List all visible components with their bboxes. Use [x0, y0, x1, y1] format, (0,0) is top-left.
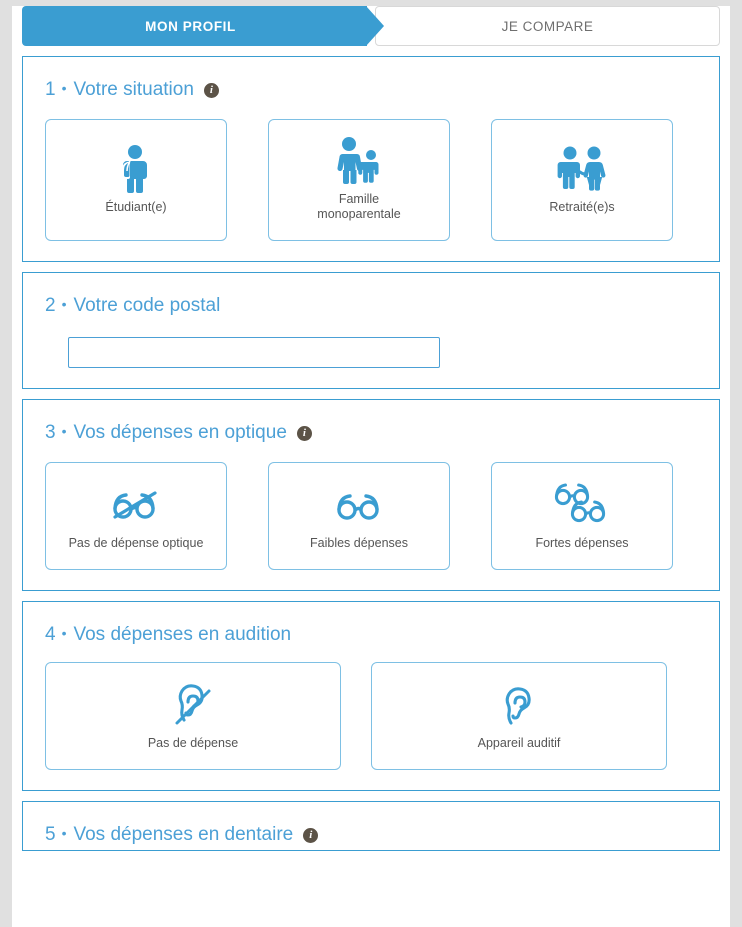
option-card-retraite-label: Retraité(e)s — [549, 199, 615, 214]
section-1-header: 1 • Votre situation i — [45, 79, 699, 101]
section-5-number: 5 — [45, 824, 56, 845]
retired-couple-icon — [554, 142, 610, 196]
code-postal-field-row — [43, 337, 699, 368]
section-2-separator: • — [61, 296, 67, 312]
option-card-faibles-depenses-label: Faibles dépenses — [310, 535, 408, 550]
tab-mon-profil[interactable]: MON PROFIL — [22, 6, 384, 46]
section-2-header: 2 • Votre code postal — [45, 295, 699, 317]
option-card-etudiant-label: Étudiant(e) — [105, 199, 167, 214]
option-card-pas-de-depense-audition-label: Pas de dépense — [147, 735, 239, 750]
section-3-separator: • — [61, 423, 67, 439]
section-5-title: Vos dépenses en dentaire — [73, 824, 294, 845]
audition-options: Pas de dépense Appareil auditif — [43, 662, 699, 770]
tab-mon-profil-label: MON PROFIL — [145, 18, 236, 34]
option-card-pas-de-depense-optique-label: Pas de dépense optique — [68, 535, 204, 550]
optique-options: Pas de dépense optique Faibles dépenses — [43, 462, 699, 570]
option-card-pas-de-depense-audition[interactable]: Pas de dépense — [45, 662, 341, 770]
info-icon[interactable]: i — [303, 827, 319, 843]
option-card-fortes-depenses[interactable]: Fortes dépenses — [491, 462, 673, 570]
section-depenses-dentaire: 5 • Vos dépenses en dentaire i — [22, 801, 720, 851]
tab-je-compare[interactable]: JE COMPARE — [375, 6, 720, 46]
section-4-number: 4 — [45, 624, 56, 645]
profile-tabs: MON PROFIL JE COMPARE — [22, 6, 720, 46]
section-2-title: Votre code postal — [73, 295, 221, 316]
option-card-appareil-auditif[interactable]: Appareil auditif — [371, 662, 667, 770]
section-depenses-audition: 4 • Vos dépenses en audition Pas de dépe… — [22, 601, 720, 791]
option-card-etudiant[interactable]: Étudiant(e) — [45, 119, 227, 241]
section-2-number: 2 — [45, 295, 56, 316]
info-icon[interactable]: i — [203, 82, 219, 98]
ear-hearing-aid-icon — [499, 678, 539, 732]
section-5-header: 5 • Vos dépenses en dentaire i — [45, 824, 699, 846]
glasses-crossed-icon — [110, 478, 162, 532]
single-parent-family-icon — [332, 134, 386, 188]
section-1-number: 1 — [45, 79, 56, 100]
option-card-pas-de-depense-optique[interactable]: Pas de dépense optique — [45, 462, 227, 570]
section-1-separator: • — [61, 80, 67, 96]
situation-options: Étudiant(e) Famille monoparentale Retrai… — [43, 119, 699, 241]
section-code-postal: 2 • Votre code postal — [22, 272, 720, 389]
option-card-fortes-depenses-label: Fortes dépenses — [535, 535, 629, 550]
section-4-header: 4 • Vos dépenses en audition — [45, 624, 699, 646]
info-icon[interactable]: i — [296, 425, 312, 441]
section-5-separator: • — [61, 825, 67, 841]
section-4-separator: • — [61, 625, 67, 641]
student-icon — [114, 142, 158, 196]
section-votre-situation: 1 • Votre situation i Étudiant(e) Famill… — [22, 56, 720, 262]
glasses-double-icon — [551, 478, 613, 532]
option-card-retraite[interactable]: Retraité(e)s — [491, 119, 673, 241]
option-card-famille-monoparentale[interactable]: Famille monoparentale — [268, 119, 450, 241]
page-root: MON PROFIL JE COMPARE 1 • Votre situatio… — [0, 6, 742, 927]
section-3-number: 3 — [45, 422, 56, 443]
option-card-famille-monoparentale-label: Famille monoparentale — [317, 192, 401, 221]
section-4-title: Vos dépenses en audition — [73, 624, 292, 645]
ear-crossed-icon — [170, 678, 216, 732]
section-depenses-optique: 3 • Vos dépenses en optique i Pas de dép… — [22, 399, 720, 591]
section-3-header: 3 • Vos dépenses en optique i — [45, 422, 699, 444]
option-card-appareil-auditif-label: Appareil auditif — [477, 735, 561, 750]
code-postal-input[interactable] — [68, 337, 440, 368]
glasses-single-icon — [333, 478, 385, 532]
section-1-title: Votre situation — [73, 79, 194, 100]
option-card-faibles-depenses[interactable]: Faibles dépenses — [268, 462, 450, 570]
tab-je-compare-label: JE COMPARE — [501, 18, 594, 34]
section-3-title: Vos dépenses en optique — [73, 422, 287, 443]
